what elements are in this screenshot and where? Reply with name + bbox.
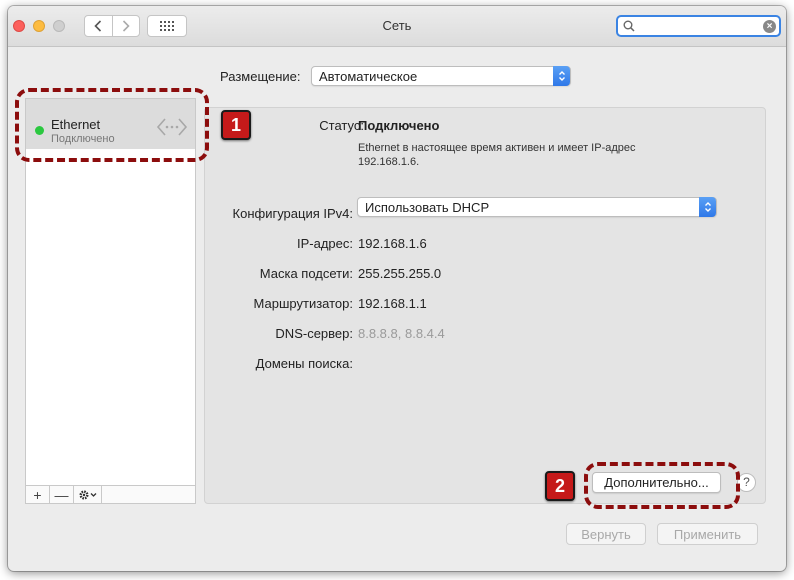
- gear-icon: [79, 490, 96, 499]
- highlight-ethernet-service: [15, 88, 209, 162]
- updown-chevron-icon: [553, 66, 570, 86]
- search-domains-label: Домены поиска:: [255, 356, 353, 371]
- step-badge-2: 2: [545, 471, 575, 501]
- status-value: Подключено: [358, 118, 440, 133]
- service-list-toolbar: + —: [25, 485, 196, 504]
- router-label: Маршрутизатор:: [253, 296, 353, 311]
- location-value: Автоматическое: [319, 68, 418, 84]
- updown-chevron-icon: [699, 197, 716, 217]
- add-service-button[interactable]: +: [26, 486, 50, 503]
- router-value: 192.168.1.1: [358, 296, 427, 311]
- ip-address-label: IP-адрес:: [297, 236, 353, 251]
- location-label: Размещение:: [220, 69, 301, 84]
- search-field[interactable]: ×: [616, 15, 781, 37]
- subnet-mask-value: 255.255.255.0: [358, 266, 442, 281]
- dns-server-label: DNS-сервер:: [275, 326, 353, 341]
- location-select[interactable]: Автоматическое: [311, 66, 571, 86]
- clear-search-icon[interactable]: ×: [763, 20, 776, 33]
- titlebar: Сеть ×: [8, 6, 786, 47]
- search-icon: [623, 20, 635, 32]
- status-description: Ethernet в настоящее время активен и име…: [358, 142, 636, 168]
- subnet-mask-label: Маска подсети:: [259, 266, 353, 281]
- apply-button[interactable]: Применить: [657, 523, 758, 545]
- ipv4-config-value: Использовать DHCP: [365, 199, 490, 215]
- dns-server-value: 8.8.8.8, 8.8.4.4: [358, 326, 445, 341]
- ip-address-value: 192.168.1.6: [358, 236, 427, 251]
- ipv4-config-label: Конфигурация IPv4:: [232, 206, 353, 221]
- action-menu-button[interactable]: [74, 486, 102, 503]
- highlight-advanced-button: [584, 462, 740, 509]
- ipv4-config-select[interactable]: Использовать DHCP: [357, 197, 717, 217]
- step-badge-1: 1: [221, 110, 251, 140]
- search-input[interactable]: [638, 18, 758, 34]
- remove-service-button[interactable]: —: [50, 486, 74, 503]
- revert-button[interactable]: Вернуть: [566, 523, 646, 545]
